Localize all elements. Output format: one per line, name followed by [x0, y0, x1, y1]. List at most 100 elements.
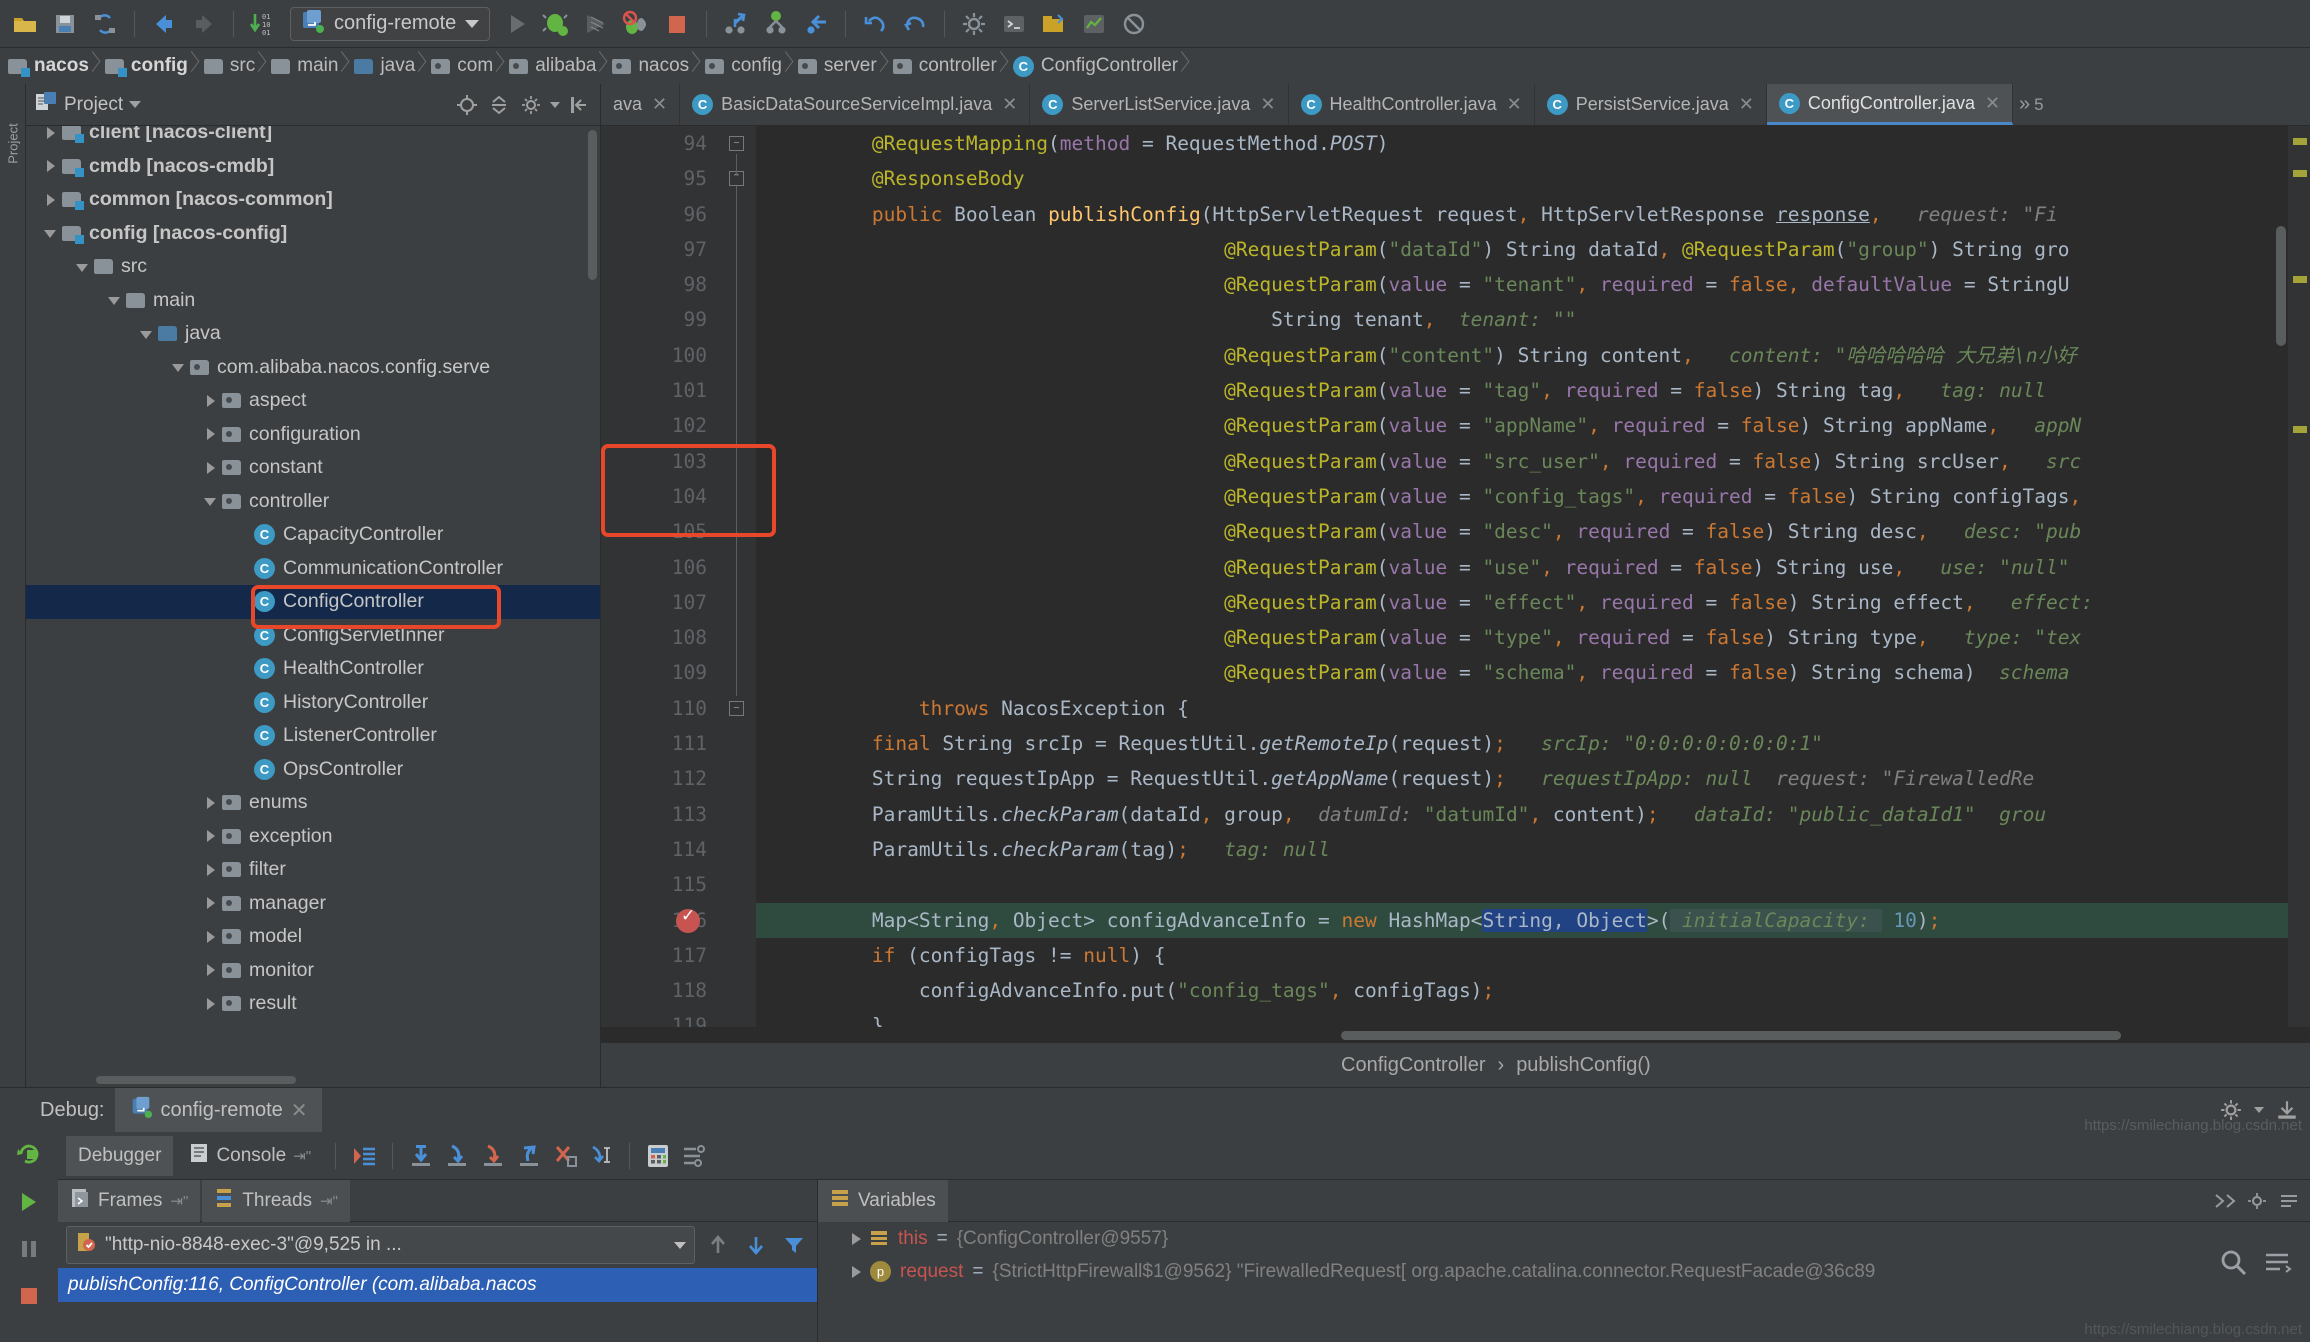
stop-program-icon[interactable] — [16, 1283, 42, 1314]
project-tree-hscrollbar[interactable] — [26, 1073, 600, 1087]
run-to-cursor-icon[interactable] — [585, 1140, 617, 1172]
collapse-all-icon[interactable] — [486, 92, 512, 118]
debug-settings-chevron-icon[interactable] — [2254, 1107, 2264, 1113]
run-icon[interactable] — [498, 5, 536, 43]
tab-overflow-indicator[interactable]: » 5 — [2013, 84, 2050, 125]
tab-threads[interactable]: Threads ⇥" — [202, 1179, 350, 1222]
evaluate-expression-icon[interactable] — [642, 1140, 674, 1172]
step-into-icon[interactable] — [717, 5, 755, 43]
project-view-chevron-icon[interactable] — [129, 101, 142, 108]
tree-arrow-open-icon[interactable] — [136, 323, 158, 345]
close-tab-icon[interactable]: ✕ — [652, 94, 667, 115]
code-line-111[interactable]: final String srcIp = RequestUtil.getRemo… — [756, 726, 2310, 761]
code-line-102[interactable]: @RequestParam(value = "appName", require… — [756, 408, 2310, 443]
project-structure-icon[interactable] — [1035, 5, 1073, 43]
fold-marker-94[interactable]: − — [729, 136, 744, 151]
stop-icon[interactable] — [658, 5, 696, 43]
pause-program-icon[interactable] — [16, 1236, 42, 1267]
terminal-icon[interactable] — [995, 5, 1033, 43]
tree-node-cmdb [nacos-cmdb][interactable]: cmdb [nacos-cmdb] — [26, 150, 600, 184]
tree-node-config [nacos-config][interactable]: config [nacos-config] — [26, 217, 600, 251]
tree-node-main[interactable]: main — [26, 284, 600, 318]
tree-node-monitor[interactable]: monitor — [26, 954, 600, 988]
code-line-96[interactable]: public Boolean publishConfig(HttpServlet… — [756, 197, 2310, 232]
search-in-variables-icon[interactable] — [2218, 1247, 2248, 1282]
breadcrumb-item-configcontroller[interactable]: C ConfigController — [1007, 48, 1188, 84]
tree-arrow-closed-icon[interactable] — [200, 959, 222, 981]
thread-chevron-down-icon[interactable] — [674, 1241, 686, 1249]
code-line-99[interactable]: String tenant, tenant: "" — [756, 302, 2310, 337]
code-line-109[interactable]: @RequestParam(value = "schema", required… — [756, 655, 2310, 690]
tree-node-constant[interactable]: constant — [26, 451, 600, 485]
tree-node-filter[interactable]: filter — [26, 853, 600, 887]
force-step-into-icon[interactable] — [477, 1140, 509, 1172]
tree-arrow-closed-icon[interactable] — [200, 859, 222, 881]
code-line-113[interactable]: ParamUtils.checkParam(dataId, group, dat… — [756, 797, 2310, 832]
step-out-icon[interactable] — [757, 5, 795, 43]
drop-frame-icon[interactable] — [549, 1140, 581, 1172]
code-line-103[interactable]: @RequestParam(value = "src_user", requir… — [756, 444, 2310, 479]
open-icon[interactable] — [6, 5, 44, 43]
code-line-118[interactable]: configAdvanceInfo.put("config_tags", con… — [756, 973, 2310, 1008]
breadcrumb-item-config[interactable]: config — [699, 48, 792, 84]
sync-icon[interactable] — [86, 5, 124, 43]
tab-debugger[interactable]: Debugger — [66, 1135, 174, 1176]
close-tab-icon[interactable]: ✕ — [1507, 94, 1522, 115]
variable-expand-arrow-icon[interactable] — [852, 1265, 861, 1278]
tree-arrow-closed-icon[interactable] — [200, 423, 222, 445]
code-line-94[interactable]: @RequestMapping(method = RequestMethod.P… — [756, 126, 2310, 161]
hide-panel-icon[interactable] — [566, 92, 592, 118]
tree-arrow-open-icon[interactable] — [72, 256, 94, 278]
step-into-debug-icon[interactable] — [441, 1140, 473, 1172]
show-execution-point-icon[interactable] — [348, 1140, 380, 1172]
move-up-icon[interactable] — [703, 1230, 733, 1260]
tree-arrow-closed-icon[interactable] — [200, 892, 222, 914]
tree-node-com.alibaba.nacos.config.serve[interactable]: com.alibaba.nacos.config.serve — [26, 351, 600, 385]
code-line-115[interactable] — [756, 867, 2310, 902]
back-icon[interactable] — [145, 5, 183, 43]
tree-node-controller[interactable]: controller — [26, 485, 600, 519]
threads-pin-icon[interactable]: ⇥" — [320, 1192, 338, 1210]
code-line-97[interactable]: @RequestParam("dataId") String dataId, @… — [756, 232, 2310, 267]
code-line-106[interactable]: @RequestParam(value = "use", required = … — [756, 550, 2310, 585]
variables-settings-icon[interactable] — [2242, 1188, 2272, 1214]
tree-arrow-closed-icon[interactable] — [200, 926, 222, 948]
code-line-107[interactable]: @RequestParam(value = "effect", required… — [756, 585, 2310, 620]
tree-class-ConfigServletInner[interactable]: C ConfigServletInner — [26, 619, 600, 653]
code-line-116[interactable]: Map<String, Object> configAdvanceInfo = … — [756, 902, 2310, 938]
code-line-112[interactable]: String requestIpApp = RequestUtil.getApp… — [756, 761, 2310, 796]
status-crumb-class[interactable]: ConfigController — [1341, 1054, 1486, 1077]
code-line-100[interactable]: @RequestParam("content") String content,… — [756, 338, 2310, 373]
frames-pin-icon[interactable]: ⇥" — [170, 1192, 188, 1210]
tree-arrow-open-icon[interactable] — [40, 222, 62, 244]
move-down-icon[interactable] — [741, 1230, 771, 1260]
project-tree[interactable]: client [nacos-client] cmdb [nacos-cmdb] co… — [26, 126, 600, 1073]
tab-frames[interactable]: Frames ⇥" — [58, 1179, 201, 1222]
breadcrumb-item-controller[interactable]: controller — [887, 48, 1007, 84]
tree-class-CommunicationController[interactable]: C CommunicationController — [26, 552, 600, 586]
editor-tab-HealthController[interactable]: C HealthController.java ✕ — [1289, 84, 1535, 125]
breadcrumb-item-server[interactable]: server — [792, 48, 887, 84]
tree-arrow-open-icon[interactable] — [104, 289, 126, 311]
close-tab-icon[interactable]: ✕ — [1002, 94, 1017, 115]
redo-icon[interactable] — [896, 5, 934, 43]
editor-tab-ConfigController[interactable]: C ConfigController.java ✕ — [1766, 84, 2014, 125]
forward-icon[interactable] — [185, 5, 223, 43]
editor-fold-column[interactable]: − ⌃ − — [721, 126, 756, 1027]
editor-tab-PersistService[interactable]: C PersistService.java ✕ — [1535, 84, 1767, 125]
breadcrumb-item-alibaba[interactable]: alibaba — [503, 48, 606, 84]
code-line-108[interactable]: @RequestParam(value = "type", required =… — [756, 620, 2310, 655]
breadcrumb-item-nacos[interactable]: nacos — [2, 48, 99, 84]
tab-variables[interactable]: Variables — [818, 1179, 948, 1222]
code-line-110[interactable]: throws NacosException { — [756, 691, 2310, 726]
editor-horizontal-scrollbar[interactable] — [601, 1027, 2310, 1043]
tree-arrow-closed-icon[interactable] — [200, 825, 222, 847]
editor-tab-ServerListService[interactable]: C ServerListService.java ✕ — [1030, 84, 1289, 125]
tree-class-OpsController[interactable]: C OpsController — [26, 753, 600, 787]
chevron-down-icon[interactable] — [465, 19, 480, 28]
editor-tab-ava[interactable]: ava ✕ — [601, 84, 681, 125]
code-line-104[interactable]: @RequestParam(value = "config_tags", req… — [756, 479, 2310, 514]
tree-arrow-open-icon[interactable] — [168, 356, 190, 378]
variables-menu-icon[interactable] — [2274, 1188, 2304, 1214]
chart-icon[interactable] — [1075, 5, 1113, 43]
